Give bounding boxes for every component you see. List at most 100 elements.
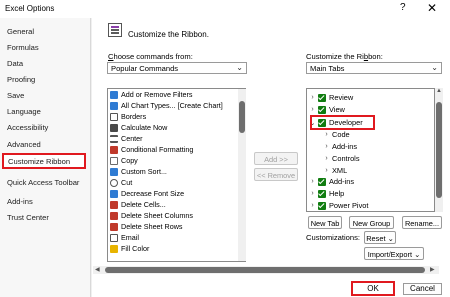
sidebar-item-accessibility[interactable]: Accessibility — [7, 123, 48, 132]
list-item[interactable]: Center — [110, 133, 143, 144]
sidebar-item-save[interactable]: Save — [7, 91, 24, 100]
list-item[interactable]: Delete Sheet Rows — [110, 221, 183, 232]
expand-icon[interactable]: › — [309, 94, 316, 101]
email-icon — [110, 233, 118, 242]
ribbon-tabs-dropdown[interactable]: Main Tabs ⌄ — [306, 62, 442, 74]
sidebar-item-language[interactable]: Language — [7, 107, 41, 116]
cancel-button[interactable]: Cancel — [403, 283, 442, 295]
chevron-down-icon: ⌄ — [414, 250, 421, 259]
new-group-button[interactable]: New Group — [349, 216, 394, 229]
tree-item-xml[interactable]: › XML — [323, 165, 347, 176]
import-export-button[interactable]: Import/Export ⌄ — [364, 247, 424, 260]
help-icon[interactable]: ? — [400, 2, 406, 13]
list-item[interactable]: Fill Color — [110, 243, 149, 254]
sidebar-item-proofing[interactable]: Proofing — [7, 75, 35, 84]
borders-icon — [110, 112, 118, 121]
align-center-icon — [110, 134, 118, 143]
list-item[interactable]: Copy — [110, 155, 138, 166]
commands-list[interactable]: Add or Remove Filters All Chart Types...… — [107, 88, 246, 262]
options-sidebar: General Formulas Data Proofing Save Lang… — [0, 18, 91, 297]
tree-item-code[interactable]: › Code — [323, 129, 349, 140]
sidebar-item-formulas[interactable]: Formulas — [7, 43, 39, 52]
checkbox-icon[interactable] — [318, 189, 326, 198]
list-item[interactable]: Delete Cells... — [110, 199, 166, 210]
list-item[interactable]: Add or Remove Filters — [110, 89, 193, 100]
developer-highlight — [310, 115, 375, 130]
expand-icon[interactable]: › — [309, 178, 316, 185]
tree-item-power-pivot[interactable]: › Power Pivot — [309, 200, 368, 211]
close-icon[interactable]: ✕ — [427, 1, 437, 15]
list-item[interactable]: Calculate Now — [110, 122, 167, 133]
filter-icon — [110, 90, 118, 99]
list-item[interactable]: Email — [110, 232, 139, 243]
choose-commands-dropdown[interactable]: Popular Commands ⌄ — [107, 62, 247, 74]
expand-icon[interactable]: › — [323, 167, 330, 174]
checkbox-icon[interactable] — [318, 93, 326, 102]
calculator-icon — [110, 123, 118, 132]
expand-icon[interactable]: › — [309, 106, 316, 113]
customize-ribbon-icon — [108, 23, 122, 37]
sidebar-item-advanced[interactable]: Advanced — [7, 140, 41, 149]
tree-item-help[interactable]: › Help — [309, 188, 344, 199]
ok-button[interactable]: OK — [351, 281, 395, 296]
add-button[interactable]: Add >> — [254, 152, 298, 165]
list-item[interactable]: Cut — [110, 177, 132, 188]
list-item[interactable]: Delete Sheet Columns — [110, 210, 193, 221]
decrease-font-icon — [110, 189, 118, 198]
conditional-formatting-icon — [110, 145, 118, 154]
reset-button[interactable]: Reset ⌄ — [364, 231, 396, 244]
remove-button[interactable]: << Remove — [254, 168, 298, 181]
tree-item-add-ins-group[interactable]: › Add-ins — [323, 141, 357, 152]
customizations-label: Customizations: — [306, 233, 361, 242]
scroll-right-icon[interactable]: ▶ — [430, 266, 435, 273]
tree-item-review[interactable]: › Review — [309, 92, 353, 103]
list-item[interactable]: Borders — [110, 111, 146, 122]
list-item[interactable]: All Chart Types... [Create Chart] — [110, 100, 223, 111]
tree-item-add-ins[interactable]: › Add-ins — [309, 176, 354, 187]
customize-ribbon-label: Customize the Ribbon: — [306, 52, 383, 61]
list-item[interactable]: Conditional Formatting — [110, 144, 193, 155]
sidebar-item-customize-ribbon[interactable]: Customize Ribbon — [2, 153, 86, 169]
tabs-vertical-scrollbar[interactable]: ▲ — [435, 88, 443, 212]
expand-icon[interactable]: › — [323, 155, 330, 162]
sidebar-item-data[interactable]: Data — [7, 59, 23, 68]
window-title: Excel Options — [5, 4, 55, 13]
new-tab-button[interactable]: New Tab — [308, 216, 342, 229]
ribbon-tabs-tree[interactable]: › Review › View ⌄ Developer › Code › Add-ins … — [306, 88, 435, 212]
list-item[interactable]: Decrease Font Size — [110, 188, 184, 199]
sidebar-item-add-ins[interactable]: Add-ins — [7, 197, 33, 206]
tree-item-controls[interactable]: › Controls — [323, 153, 359, 164]
scrollbar-thumb[interactable] — [436, 102, 442, 198]
scroll-left-icon[interactable]: ◀ — [95, 266, 100, 273]
tree-item-view[interactable]: › View — [309, 104, 345, 115]
expand-icon[interactable]: › — [323, 131, 330, 138]
choose-commands-value: Popular Commands — [111, 64, 179, 73]
sidebar-item-quick-access-toolbar[interactable]: Quick Access Toolbar — [7, 178, 79, 187]
sidebar-item-trust-center[interactable]: Trust Center — [7, 213, 49, 222]
choose-commands-label: Choose commands from: — [108, 52, 193, 61]
rename-button[interactable]: Rename... — [402, 216, 442, 229]
scroll-up-icon[interactable]: ▲ — [436, 88, 442, 94]
horizontal-scrollbar[interactable]: ◀ ▶ — [93, 266, 439, 274]
page-title: Customize the Ribbon. — [128, 30, 209, 39]
sort-icon — [110, 167, 118, 176]
chevron-down-icon: ⌄ — [431, 63, 438, 72]
expand-icon[interactable]: › — [323, 143, 330, 150]
scissors-icon — [110, 178, 118, 187]
checkbox-icon[interactable] — [318, 201, 326, 210]
scrollbar-thumb[interactable] — [105, 267, 425, 273]
chevron-down-icon: ⌄ — [387, 234, 394, 243]
expand-icon[interactable]: › — [309, 202, 316, 209]
checkbox-icon[interactable] — [318, 177, 326, 186]
expand-icon[interactable]: › — [309, 190, 316, 197]
commands-vertical-scrollbar[interactable] — [238, 89, 246, 261]
ribbon-tabs-value: Main Tabs — [310, 64, 345, 73]
delete-cells-icon — [110, 200, 118, 209]
checkbox-icon[interactable] — [318, 105, 326, 114]
title-bar: Excel Options ? ✕ — [0, 0, 450, 18]
list-item[interactable]: Custom Sort... — [110, 166, 167, 177]
scrollbar-thumb[interactable] — [239, 101, 245, 133]
chart-icon — [110, 101, 118, 110]
sidebar-item-general[interactable]: General — [7, 27, 34, 36]
delete-columns-icon — [110, 211, 118, 220]
